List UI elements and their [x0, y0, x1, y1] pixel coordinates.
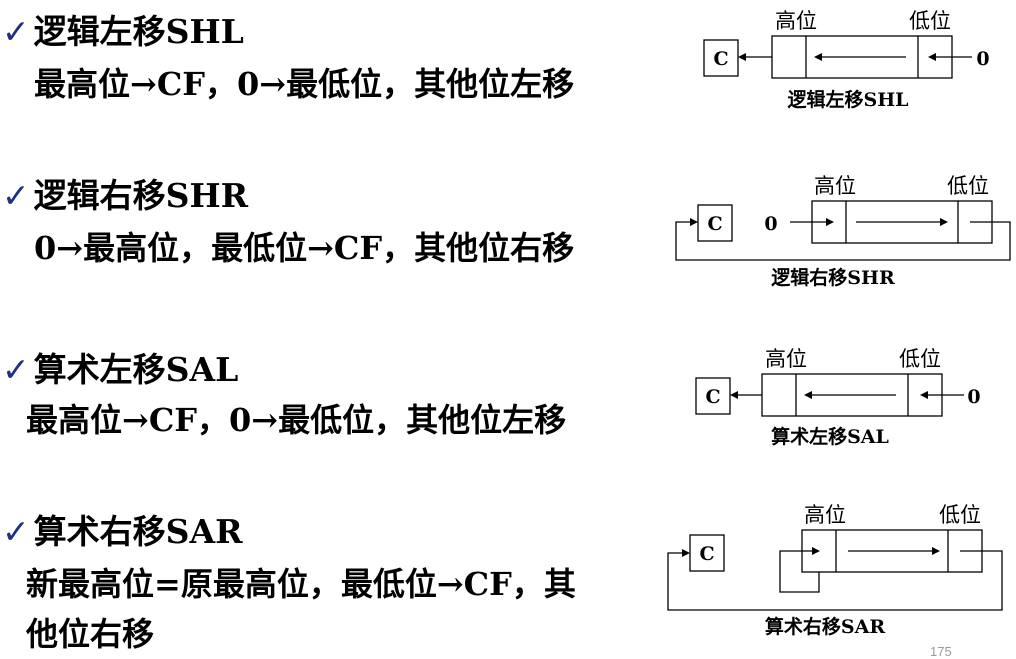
sar-carry-label: C	[699, 543, 714, 565]
sar-diagram: C 高位 低位 算术右移SAR	[667, 503, 1003, 638]
sar-low-label: 低位	[939, 503, 981, 527]
page-number: 175	[930, 644, 952, 659]
sar-high-label: 高位	[804, 503, 846, 527]
sar-carry-loop	[667, 550, 1003, 611]
sar-caption: 算术右移SAR	[765, 615, 885, 638]
